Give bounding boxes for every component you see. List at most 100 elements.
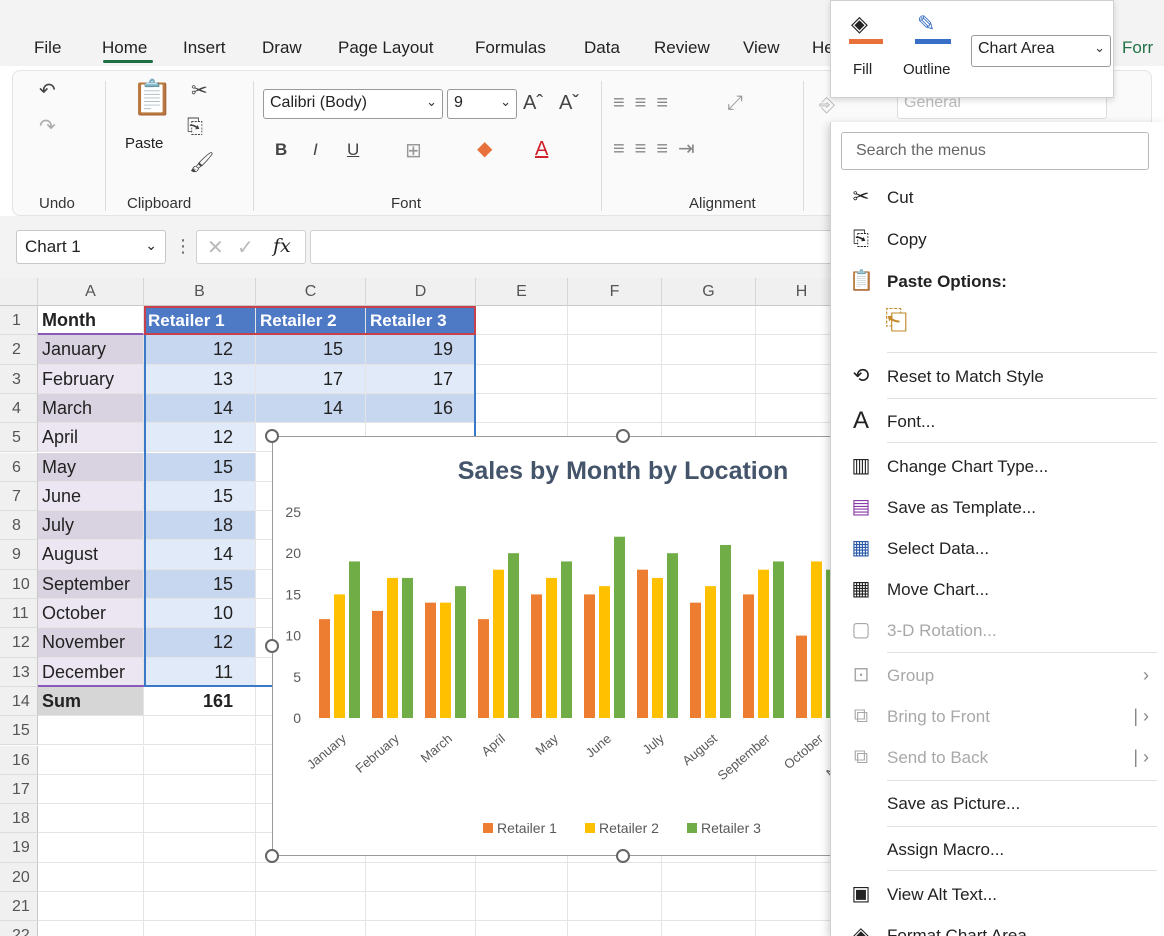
menu-item-cut[interactable]: ✂ Cut xyxy=(831,178,1164,218)
menu-item-save-as-picture[interactable]: Save as Picture... xyxy=(831,784,1164,824)
tab-view[interactable]: View xyxy=(743,38,780,58)
cut-icon[interactable]: ✂ xyxy=(191,81,208,101)
resize-handle[interactable] xyxy=(616,849,630,863)
grid-cell[interactable] xyxy=(476,335,568,365)
grid-cell[interactable] xyxy=(366,892,476,922)
menu-item-format-chart-area[interactable]: ◈ Format Chart Area... xyxy=(831,916,1164,936)
grid-cell[interactable] xyxy=(568,892,662,922)
menu-item-copy[interactable]: ⎘ Copy xyxy=(831,220,1164,260)
row-header[interactable]: 8 xyxy=(0,511,38,541)
tab-formulas[interactable]: Formulas xyxy=(475,38,546,58)
orientation-icon[interactable]: ⤢ xyxy=(727,93,743,113)
chart-area[interactable]: Sales by Month by Location 0 5 10 15 20 25 Ja… xyxy=(265,429,943,863)
grid-cell[interactable] xyxy=(38,716,144,746)
cancel-icon[interactable]: ✕ xyxy=(207,235,224,260)
legend[interactable]: Retailer 1 Retailer 2 Retailer 3 xyxy=(483,820,761,836)
row-header[interactable]: 19 xyxy=(0,833,38,863)
outline-label[interactable]: Outline xyxy=(903,61,951,78)
row-header[interactable]: 1 xyxy=(0,306,38,336)
grid-cell[interactable] xyxy=(568,364,662,394)
grid-cell[interactable] xyxy=(38,833,144,863)
grid-cell[interactable] xyxy=(144,833,256,863)
undo-icon[interactable]: ↶ xyxy=(39,81,56,101)
menu-search-input[interactable]: Search the menus xyxy=(841,132,1149,170)
grid-cell[interactable] xyxy=(256,862,366,892)
bold-icon[interactable]: B xyxy=(275,141,287,158)
grid-cell[interactable] xyxy=(568,393,662,424)
grid-cell[interactable] xyxy=(144,774,256,805)
row-header[interactable]: 3 xyxy=(0,364,38,394)
tab-page-layout[interactable]: Page Layout xyxy=(338,38,433,58)
row-header[interactable]: 14 xyxy=(0,686,38,717)
row-header[interactable]: 18 xyxy=(0,804,38,834)
row-header[interactable]: 16 xyxy=(0,745,38,775)
row-header[interactable]: 5 xyxy=(0,423,38,453)
tab-insert[interactable]: Insert xyxy=(183,38,226,58)
column-header[interactable]: F xyxy=(568,278,662,306)
grid-cell[interactable] xyxy=(476,892,568,922)
grid-cell[interactable] xyxy=(476,862,568,892)
grid-cell[interactable] xyxy=(662,393,756,424)
tab-draw[interactable]: Draw xyxy=(262,38,302,58)
format-painter-icon[interactable]: 🖌 xyxy=(189,153,214,173)
grid-cell[interactable] xyxy=(144,804,256,834)
grid-cell[interactable] xyxy=(662,306,756,336)
paste-option-icon[interactable]: ⎗ xyxy=(885,304,921,344)
column-header[interactable]: G xyxy=(662,278,756,306)
tab-review[interactable]: Review xyxy=(654,38,710,58)
menu-item-font[interactable]: A Font... xyxy=(831,402,1164,442)
sum-label-cell[interactable]: Sum xyxy=(38,686,144,717)
enter-icon[interactable]: ✓ xyxy=(237,235,254,260)
grid-cell[interactable] xyxy=(144,716,256,746)
name-box[interactable]: Chart 1 ⌄ xyxy=(16,230,166,264)
formula-input[interactable] xyxy=(310,230,850,264)
resize-handle[interactable] xyxy=(265,639,279,653)
column-header[interactable]: C xyxy=(256,278,366,306)
grid-cell[interactable] xyxy=(38,774,144,805)
grid-cell[interactable] xyxy=(568,921,662,936)
grid-cell[interactable] xyxy=(476,364,568,394)
grid-cell[interactable] xyxy=(144,745,256,775)
menu-item-move-chart[interactable]: ▦ Move Chart... xyxy=(831,570,1164,610)
select-all[interactable] xyxy=(0,278,38,306)
grid-cell[interactable] xyxy=(568,306,662,336)
grid-cell[interactable] xyxy=(662,364,756,394)
font-color-icon[interactable]: A xyxy=(535,139,548,159)
header-cell[interactable]: Month xyxy=(38,306,144,336)
row-header[interactable]: 6 xyxy=(0,452,38,482)
grid-cell[interactable] xyxy=(144,862,256,892)
column-header[interactable]: D xyxy=(366,278,476,306)
menu-item-change-chart-type[interactable]: ▥ Change Chart Type... xyxy=(831,447,1164,487)
column-header[interactable]: B xyxy=(144,278,256,306)
row-header[interactable]: 17 xyxy=(0,774,38,805)
row-header[interactable]: 21 xyxy=(0,892,38,922)
row-header[interactable]: 13 xyxy=(0,657,38,687)
tab-file[interactable]: File xyxy=(34,38,61,58)
grid-cell[interactable] xyxy=(38,862,144,892)
outline-pen-icon[interactable]: ✎ xyxy=(917,11,935,37)
decrease-font-icon[interactable]: Aˇ xyxy=(559,93,579,113)
font-size-select[interactable]: 9 ⌄ xyxy=(447,89,517,119)
fill-label[interactable]: Fill xyxy=(853,61,872,78)
align-top-icons[interactable]: ≡≡≡ xyxy=(613,93,678,113)
grid-cell[interactable] xyxy=(38,921,144,936)
plot-area[interactable] xyxy=(319,536,943,718)
grid-cell[interactable] xyxy=(662,892,756,922)
grid-cell[interactable] xyxy=(256,892,366,922)
grid-cell[interactable] xyxy=(366,921,476,936)
grid-cell[interactable] xyxy=(366,862,476,892)
menu-item-assign-macro[interactable]: Assign Macro... xyxy=(831,830,1164,870)
tab-home[interactable]: Home xyxy=(102,38,147,58)
row-header[interactable]: 10 xyxy=(0,569,38,599)
tab-data[interactable]: Data xyxy=(584,38,620,58)
font-name-select[interactable]: Calibri (Body) ⌄ xyxy=(263,89,443,119)
italic-icon[interactable]: I xyxy=(313,141,318,158)
row-header[interactable]: 22 xyxy=(0,921,38,936)
grid-cell[interactable] xyxy=(662,335,756,365)
row-header[interactable]: 2 xyxy=(0,335,38,365)
copy-icon[interactable]: ⎘ xyxy=(187,117,203,137)
grid-cell[interactable] xyxy=(38,745,144,775)
chart-title[interactable]: Sales by Month by Location xyxy=(458,457,789,485)
fill-bucket-icon[interactable]: ◈ xyxy=(851,11,868,37)
grid-cell[interactable] xyxy=(568,862,662,892)
